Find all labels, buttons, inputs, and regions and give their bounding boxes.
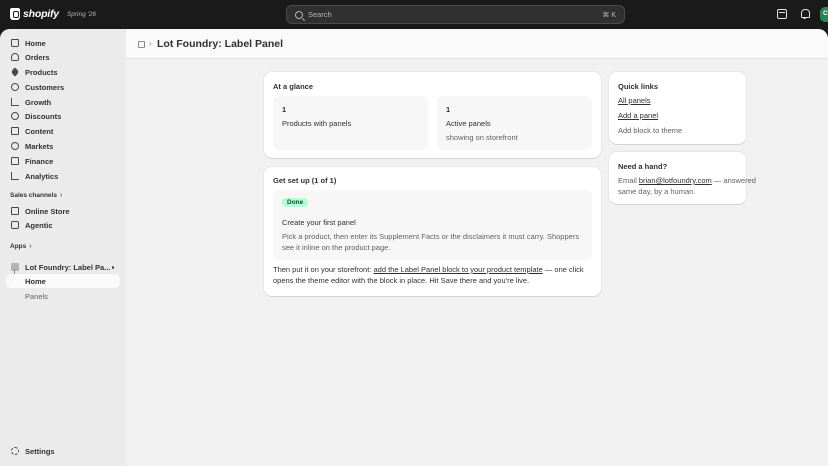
sidebar-subitem-panels[interactable]: Panels xyxy=(6,289,120,303)
sidebar-item-label: Lot Foundry: Label Pa... xyxy=(25,262,111,272)
help-card: Need a hand? Email brian@lotfoundry.com … xyxy=(609,152,756,204)
glance-title: At a glance xyxy=(273,82,314,91)
search-placeholder: Search xyxy=(308,10,332,19)
pin-icon[interactable] xyxy=(111,266,114,269)
setup-step: Done Create your first panel Pick a prod… xyxy=(273,190,592,260)
search-icon xyxy=(295,10,303,19)
help-text: Email brian@lotfoundry.com — answered sa… xyxy=(618,176,763,197)
bell-icon[interactable] xyxy=(800,9,810,19)
stat-value: 1 xyxy=(282,105,287,114)
shopify-logo[interactable]: shopify Spring '26 xyxy=(10,8,96,20)
markets-icon xyxy=(11,142,19,150)
store-icon[interactable] xyxy=(777,9,787,19)
sidebar-item-label: Growth xyxy=(25,97,52,107)
sidebar-item-label: Online Store xyxy=(25,206,70,216)
apps-label: Apps xyxy=(10,243,27,250)
sidebar-item-label: Markets xyxy=(25,141,54,151)
sidebar-item-label: Orders xyxy=(25,52,50,62)
sidebar-item-agentic[interactable]: Agentic xyxy=(6,218,120,232)
sidebar-item-label: Home xyxy=(25,38,46,48)
all-panels-link[interactable]: All panels xyxy=(618,96,651,105)
sidebar-item-app[interactable]: Lot Foundry: Label Pa... xyxy=(6,260,120,274)
setup-title: Get set up (1 of 1) xyxy=(273,176,337,185)
status-badge: Done xyxy=(282,198,309,207)
add-block-link[interactable]: add the Label Panel block to your produc… xyxy=(373,265,542,274)
top-bar: shopify Spring '26 Search ⌘ K C xyxy=(0,0,828,29)
sidebar-item-label: Agentic xyxy=(25,220,53,230)
brand-name: shopify xyxy=(23,8,59,20)
add-panel-link[interactable]: Add a panel xyxy=(618,111,658,120)
edition-label: Spring '26 xyxy=(66,10,97,18)
sidebar-item-customers[interactable]: Customers xyxy=(6,80,120,94)
apps-heading[interactable]: Apps › xyxy=(10,243,32,250)
sidebar-item-label: Content xyxy=(25,126,54,136)
home-icon xyxy=(11,39,19,47)
sidebar-item-label: Discounts xyxy=(25,111,62,121)
help-title: Need a hand? xyxy=(618,162,668,171)
chevron-right-icon: › xyxy=(29,243,32,250)
step-description: Pick a product, then enter its Supplemen… xyxy=(282,232,580,252)
stat-active-panels: 1 Active panels showing on storefront xyxy=(437,96,592,150)
sidebar-item-analytics[interactable]: Analytics xyxy=(6,169,120,183)
sidebar-item-discounts[interactable]: Discounts xyxy=(6,109,120,123)
main-content: › Lot Foundry: Label Panel At a glance 1… xyxy=(126,29,828,466)
chevron-right-icon: › xyxy=(59,192,63,199)
sidebar-item-growth[interactable]: Growth xyxy=(6,95,120,109)
agentic-icon xyxy=(11,221,19,229)
search-shortcut: ⌘ K xyxy=(602,11,616,19)
admin-frame: Home Orders Products Customers Growth Di… xyxy=(0,29,828,466)
analytics-icon xyxy=(11,172,19,180)
stat-label: Products with panels xyxy=(282,119,352,128)
stat-label: Active panels xyxy=(446,119,491,128)
glance-card: At a glance 1 Products with panels 1 Act… xyxy=(264,72,601,158)
sidebar-item-online-store[interactable]: Online Store xyxy=(6,204,120,218)
sidebar-subitem-home[interactable]: Home xyxy=(6,274,120,288)
quick-links-title: Quick links xyxy=(618,82,659,91)
stat-sublabel: showing on storefront xyxy=(446,133,518,142)
sales-channels-label: Sales channels xyxy=(10,192,57,199)
sidebar-item-orders[interactable]: Orders xyxy=(6,50,120,64)
page-header: › Lot Foundry: Label Panel xyxy=(126,29,828,59)
breadcrumb-chevron-icon: › xyxy=(149,39,152,48)
content-icon xyxy=(11,127,19,135)
finance-icon xyxy=(11,157,19,165)
support-email-link[interactable]: brian@lotfoundry.com xyxy=(639,176,712,185)
setup-card: Get set up (1 of 1) Done Create your fir… xyxy=(264,167,601,296)
help-prefix: Email xyxy=(618,176,639,185)
page-title: Lot Foundry: Label Panel xyxy=(157,38,284,50)
shopify-bag-icon xyxy=(10,8,20,20)
gear-icon xyxy=(11,447,19,455)
sidebar-item-label: Finance xyxy=(25,156,54,166)
sidebar-item-products[interactable]: Products xyxy=(6,65,120,79)
stat-products-with-panels: 1 Products with panels xyxy=(273,96,428,150)
sidebar-item-label: Settings xyxy=(25,446,55,456)
sidebar-item-settings[interactable]: Settings xyxy=(6,444,120,458)
sidebar-item-content[interactable]: Content xyxy=(6,124,120,138)
add-block-to-theme-link[interactable]: Add block to theme xyxy=(618,126,682,135)
customers-icon xyxy=(11,83,19,91)
search-bar[interactable]: Search ⌘ K xyxy=(286,5,625,24)
setup-next-step: Then put it on your storefront: add the … xyxy=(273,265,588,286)
next-step-prefix: Then put it on your storefront: xyxy=(273,265,374,274)
quick-links-card: Quick links All panels Add a panel Add b… xyxy=(609,72,746,144)
sidebar-item-label: Analytics xyxy=(25,171,59,181)
sidebar-item-finance[interactable]: Finance xyxy=(6,154,120,168)
app-breadcrumb-icon[interactable] xyxy=(138,41,145,48)
sidebar-item-home[interactable]: Home xyxy=(6,36,120,50)
sidebar-item-label: Customers xyxy=(25,82,65,92)
online-store-icon xyxy=(11,207,19,215)
sidebar-item-markets[interactable]: Markets xyxy=(6,139,120,153)
stat-value: 1 xyxy=(446,105,451,114)
sales-channels-heading[interactable]: Sales channels › xyxy=(10,192,62,199)
discounts-icon xyxy=(11,112,19,120)
sidebar: Home Orders Products Customers Growth Di… xyxy=(0,29,126,466)
avatar[interactable]: C xyxy=(820,7,828,22)
growth-icon xyxy=(11,98,19,106)
products-icon xyxy=(10,67,20,77)
orders-icon xyxy=(11,53,19,61)
step-title: Create your first panel xyxy=(282,218,356,227)
sidebar-item-label: Products xyxy=(25,67,58,77)
